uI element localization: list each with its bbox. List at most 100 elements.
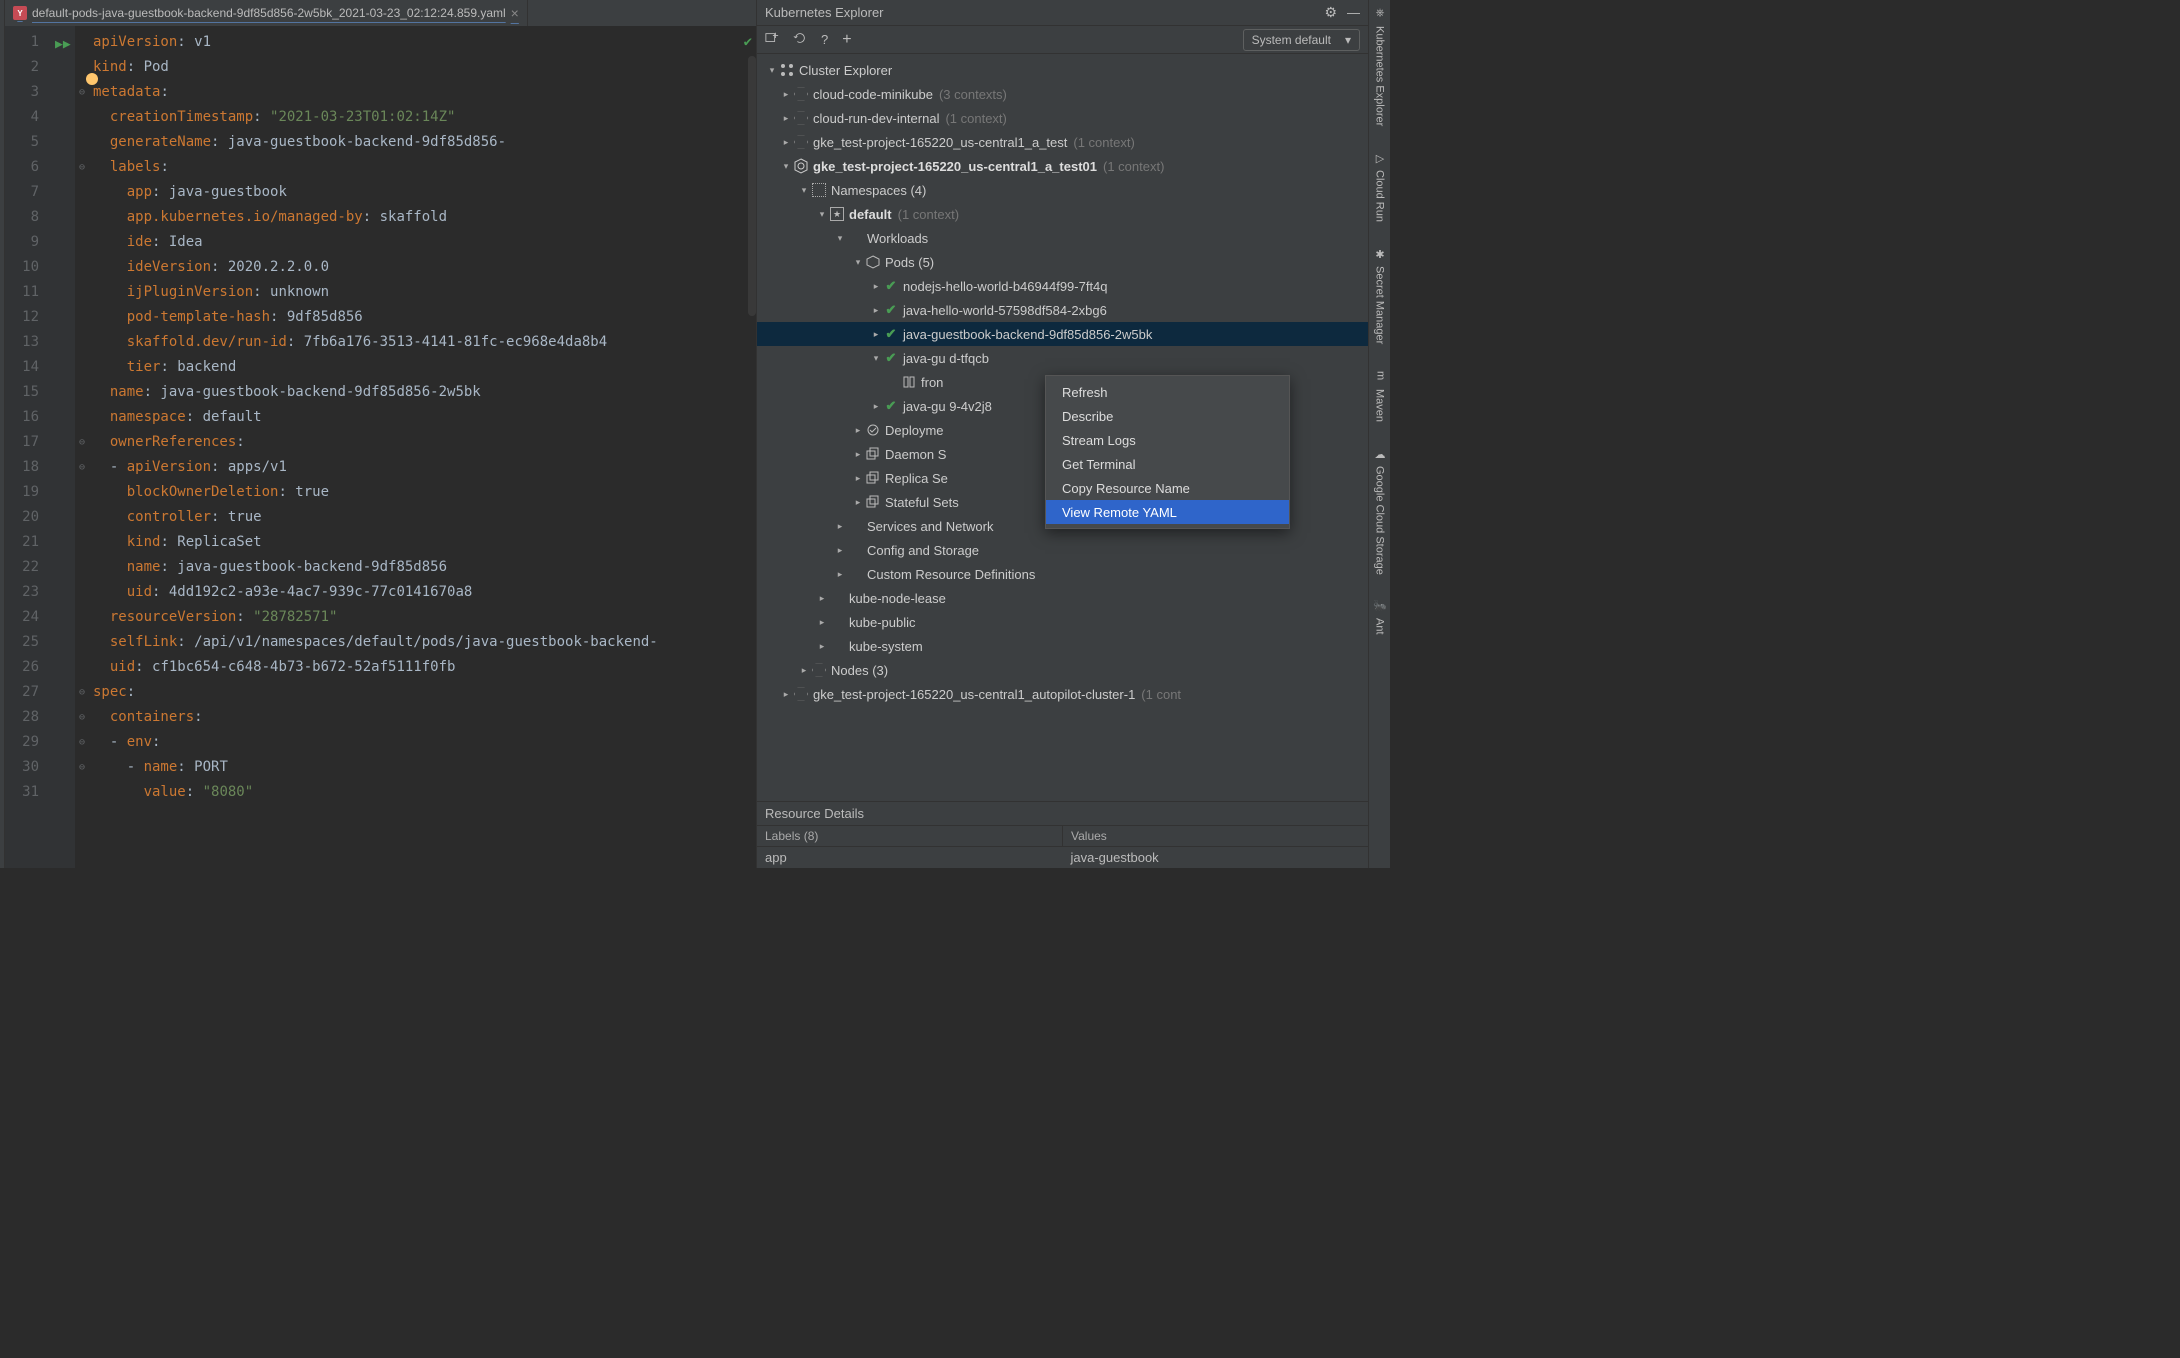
- expand-arrow[interactable]: ▸: [869, 329, 883, 340]
- tree-row[interactable]: ▸ gke_test-project-165220_us-central1_au…: [757, 682, 1368, 706]
- code-line[interactable]: apiVersion: v1: [93, 30, 756, 55]
- expand-arrow[interactable]: ▸: [797, 665, 811, 676]
- help-icon[interactable]: ?: [821, 32, 828, 47]
- tree-row[interactable]: ▾ Namespaces (4): [757, 178, 1368, 202]
- code-line[interactable]: metadata:: [93, 80, 756, 105]
- expand-arrow[interactable]: ▸: [869, 305, 883, 316]
- expand-arrow[interactable]: ▾: [765, 65, 779, 76]
- fold-toggle[interactable]: [75, 580, 89, 605]
- fold-toggle[interactable]: ⊖: [75, 730, 89, 755]
- context-menu-item[interactable]: Get Terminal: [1046, 452, 1289, 476]
- fold-toggle[interactable]: [75, 230, 89, 255]
- code-line[interactable]: ideVersion: 2020.2.2.0.0: [93, 255, 756, 280]
- code-line[interactable]: generateName: java-guestbook-backend-9df…: [93, 130, 756, 155]
- context-menu-item[interactable]: Stream Logs: [1046, 428, 1289, 452]
- code-line[interactable]: - apiVersion: apps/v1: [93, 455, 756, 480]
- tree-row[interactable]: ▾ ✔ java-gu d-tfqcb: [757, 346, 1368, 370]
- fold-toggle[interactable]: ⊖: [75, 705, 89, 730]
- close-icon[interactable]: ×: [511, 5, 519, 21]
- fold-toggle[interactable]: [75, 630, 89, 655]
- expand-arrow[interactable]: ▾: [797, 185, 811, 196]
- expand-arrow[interactable]: ▸: [851, 473, 865, 484]
- tree-row[interactable]: ▸ ✔ java-hello-world-57598df584-2xbg6: [757, 298, 1368, 322]
- tool-window-tab[interactable]: ▷Cloud Run: [1373, 148, 1387, 226]
- tree-row[interactable]: ▸ Custom Resource Definitions: [757, 562, 1368, 586]
- expand-arrow[interactable]: ▾: [869, 353, 883, 364]
- expand-arrow[interactable]: ▸: [833, 569, 847, 580]
- code-line[interactable]: skaffold.dev/run-id: 7fb6a176-3513-4141-…: [93, 330, 756, 355]
- code-line[interactable]: name: java-guestbook-backend-9df85d856: [93, 555, 756, 580]
- code-line[interactable]: uid: cf1bc654-c648-4b73-b672-52af5111f0f…: [93, 655, 756, 680]
- fold-toggle[interactable]: [75, 280, 89, 305]
- tool-window-tab[interactable]: mMaven: [1373, 367, 1387, 426]
- context-menu-item[interactable]: View Remote YAML: [1046, 500, 1289, 524]
- tool-window-tab[interactable]: ✱Secret Manager: [1373, 244, 1387, 348]
- expand-arrow[interactable]: ▸: [851, 449, 865, 460]
- fold-toggle[interactable]: [75, 480, 89, 505]
- labels-column-header[interactable]: Labels (8): [757, 826, 1063, 846]
- tree-row[interactable]: ▸ ✔ java-guestbook-backend-9df85d856-2w5…: [757, 322, 1368, 346]
- fold-toggle[interactable]: [75, 305, 89, 330]
- tree-row[interactable]: ▾ Pods (5): [757, 250, 1368, 274]
- code-line[interactable]: spec:: [93, 680, 756, 705]
- expand-arrow[interactable]: ▸: [869, 401, 883, 412]
- namespace-select[interactable]: System default ▾: [1243, 29, 1360, 51]
- code-line[interactable]: creationTimestamp: "2021-03-23T01:02:14Z…: [93, 105, 756, 130]
- tree-row[interactable]: ▾ Cluster Explorer: [757, 58, 1368, 82]
- expand-arrow[interactable]: ▸: [869, 281, 883, 292]
- code-line[interactable]: blockOwnerDeletion: true: [93, 480, 756, 505]
- expand-arrow[interactable]: ▸: [779, 137, 793, 148]
- tree-row[interactable]: ▸ cloud-code-minikube (3 contexts): [757, 82, 1368, 106]
- code-line[interactable]: kind: Pod: [93, 55, 756, 80]
- editor-tab[interactable]: Y default-pods-java-guestbook-backend-9d…: [5, 0, 528, 26]
- code-content[interactable]: apiVersion: v1kind: Podmetadata: creatio…: [89, 26, 756, 868]
- code-line[interactable]: controller: true: [93, 505, 756, 530]
- code-line[interactable]: - env:: [93, 730, 756, 755]
- tree-row[interactable]: ▸ ✔ nodejs-hello-world-b46944f99-7ft4q: [757, 274, 1368, 298]
- context-menu-item[interactable]: Copy Resource Name: [1046, 476, 1289, 500]
- fold-toggle[interactable]: [75, 405, 89, 430]
- expand-arrow[interactable]: ▾: [833, 233, 847, 244]
- fold-toggle[interactable]: [75, 555, 89, 580]
- code-line[interactable]: name: java-guestbook-backend-9df85d856-2…: [93, 380, 756, 405]
- tree-row[interactable]: ▾ ★ default (1 context): [757, 202, 1368, 226]
- code-line[interactable]: tier: backend: [93, 355, 756, 380]
- code-line[interactable]: selfLink: /api/v1/namespaces/default/pod…: [93, 630, 756, 655]
- expand-arrow[interactable]: ▸: [833, 521, 847, 532]
- context-menu-item[interactable]: Refresh: [1046, 380, 1289, 404]
- tree-row[interactable]: ▾ Workloads: [757, 226, 1368, 250]
- fold-toggle[interactable]: [75, 605, 89, 630]
- fold-toggle[interactable]: ⊖: [75, 680, 89, 705]
- expand-arrow[interactable]: ▸: [851, 425, 865, 436]
- plus-icon[interactable]: +: [842, 31, 851, 49]
- fold-toggle[interactable]: ⊖: [75, 430, 89, 455]
- expand-arrow[interactable]: ▸: [779, 89, 793, 100]
- tree-row[interactable]: ▸ Config and Storage: [757, 538, 1368, 562]
- fold-toggle[interactable]: [75, 655, 89, 680]
- expand-arrow[interactable]: ▸: [815, 641, 829, 652]
- refresh-icon[interactable]: [793, 31, 807, 48]
- fold-toggle[interactable]: ⊖: [75, 155, 89, 180]
- expand-arrow[interactable]: ▸: [815, 593, 829, 604]
- tree-row[interactable]: ▸ kube-node-lease: [757, 586, 1368, 610]
- code-line[interactable]: app: java-guestbook: [93, 180, 756, 205]
- editor-scrollbar[interactable]: [748, 56, 756, 316]
- code-line[interactable]: namespace: default: [93, 405, 756, 430]
- expand-arrow[interactable]: ▸: [851, 497, 865, 508]
- code-line[interactable]: pod-template-hash: 9df85d856: [93, 305, 756, 330]
- code-line[interactable]: value: "8080": [93, 780, 756, 805]
- fold-toggle[interactable]: [75, 530, 89, 555]
- expand-arrow[interactable]: ▸: [815, 617, 829, 628]
- code-line[interactable]: ide: Idea: [93, 230, 756, 255]
- fold-toggle[interactable]: ⊖: [75, 755, 89, 780]
- gear-icon[interactable]: ⚙: [1324, 4, 1337, 21]
- fold-toggle[interactable]: [75, 330, 89, 355]
- tree-row[interactable]: ▸ Nodes (3): [757, 658, 1368, 682]
- tree-row[interactable]: ▸ gke_test-project-165220_us-central1_a_…: [757, 130, 1368, 154]
- fold-toggle[interactable]: [75, 780, 89, 805]
- expand-arrow[interactable]: ▾: [815, 209, 829, 220]
- tree-row[interactable]: ▸ kube-system: [757, 634, 1368, 658]
- fold-toggle[interactable]: [75, 255, 89, 280]
- fold-gutter[interactable]: ⊖⊖⊖⊖⊖⊖⊖⊖: [75, 26, 89, 868]
- fold-toggle[interactable]: [75, 380, 89, 405]
